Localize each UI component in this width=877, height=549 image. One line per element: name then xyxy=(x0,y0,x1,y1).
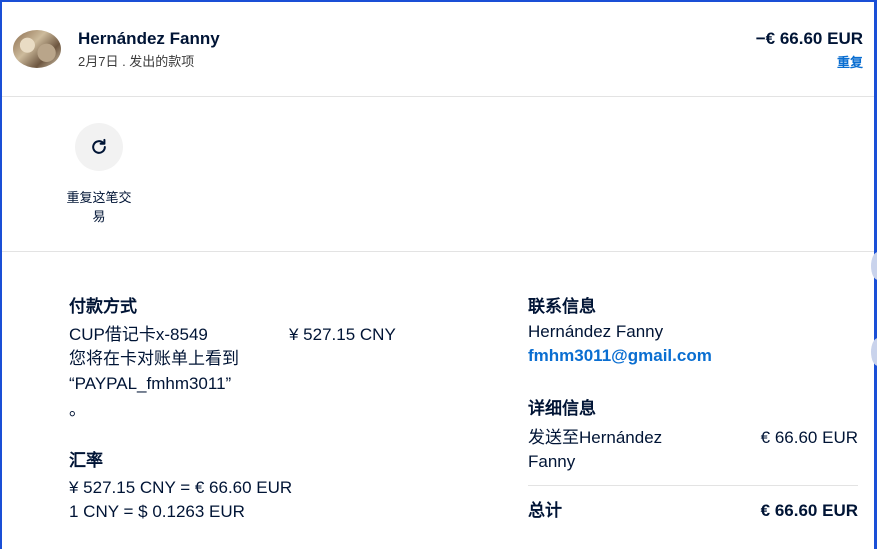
statement-note-line1: 您将在卡对账单上看到 xyxy=(69,349,239,368)
statement-note-line3: 。 xyxy=(69,400,86,419)
sent-amount: € 66.60 EUR xyxy=(760,428,858,447)
statement-note-line2: “PAYPAL_fmhm3011” xyxy=(69,374,232,393)
exchange-rate-line2: 1 CNY = $ 0.1263 EUR xyxy=(69,502,245,521)
total-label: 总计 xyxy=(528,501,562,520)
repeat-transaction-button[interactable] xyxy=(75,123,123,171)
transaction-header: Hernández Fanny 2月7日 . 发出的款项 −€ 66.60 EU… xyxy=(2,2,874,97)
details-title: 详细信息 xyxy=(528,399,596,418)
exchange-rate-title: 汇率 xyxy=(69,451,103,470)
sent-to-line2: Fanny xyxy=(528,452,576,471)
repeat-link[interactable]: 重复 xyxy=(837,52,863,71)
transaction-date-type: 2月7日 . 发出的款项 xyxy=(78,54,195,69)
repeat-transaction-label: 重复这笔交易 xyxy=(66,190,132,224)
contact-info-title: 联系信息 xyxy=(528,297,596,316)
details-divider xyxy=(528,485,858,486)
exchange-rate-line1: ¥ 527.15 CNY = € 66.60 EUR xyxy=(69,478,293,497)
contact-email-link[interactable]: fmhm3011@gmail.com xyxy=(528,346,712,366)
action-bar: 重复这笔交易 xyxy=(2,97,874,252)
total-amount: € 66.60 EUR xyxy=(760,501,858,520)
contact-name: Hernández Fanny xyxy=(528,322,664,341)
counterparty-name: Hernández Fanny xyxy=(78,29,220,48)
refresh-icon xyxy=(92,138,106,154)
avatar xyxy=(13,30,61,68)
sent-to-line1: 发送至Hernández xyxy=(528,428,663,447)
transaction-amount: −€ 66.60 EUR xyxy=(755,29,863,48)
payment-card: CUP借记卡x-8549 xyxy=(69,325,208,344)
payment-method-title: 付款方式 xyxy=(69,297,137,316)
payment-card-amount: ¥ 527.15 CNY xyxy=(289,325,396,344)
